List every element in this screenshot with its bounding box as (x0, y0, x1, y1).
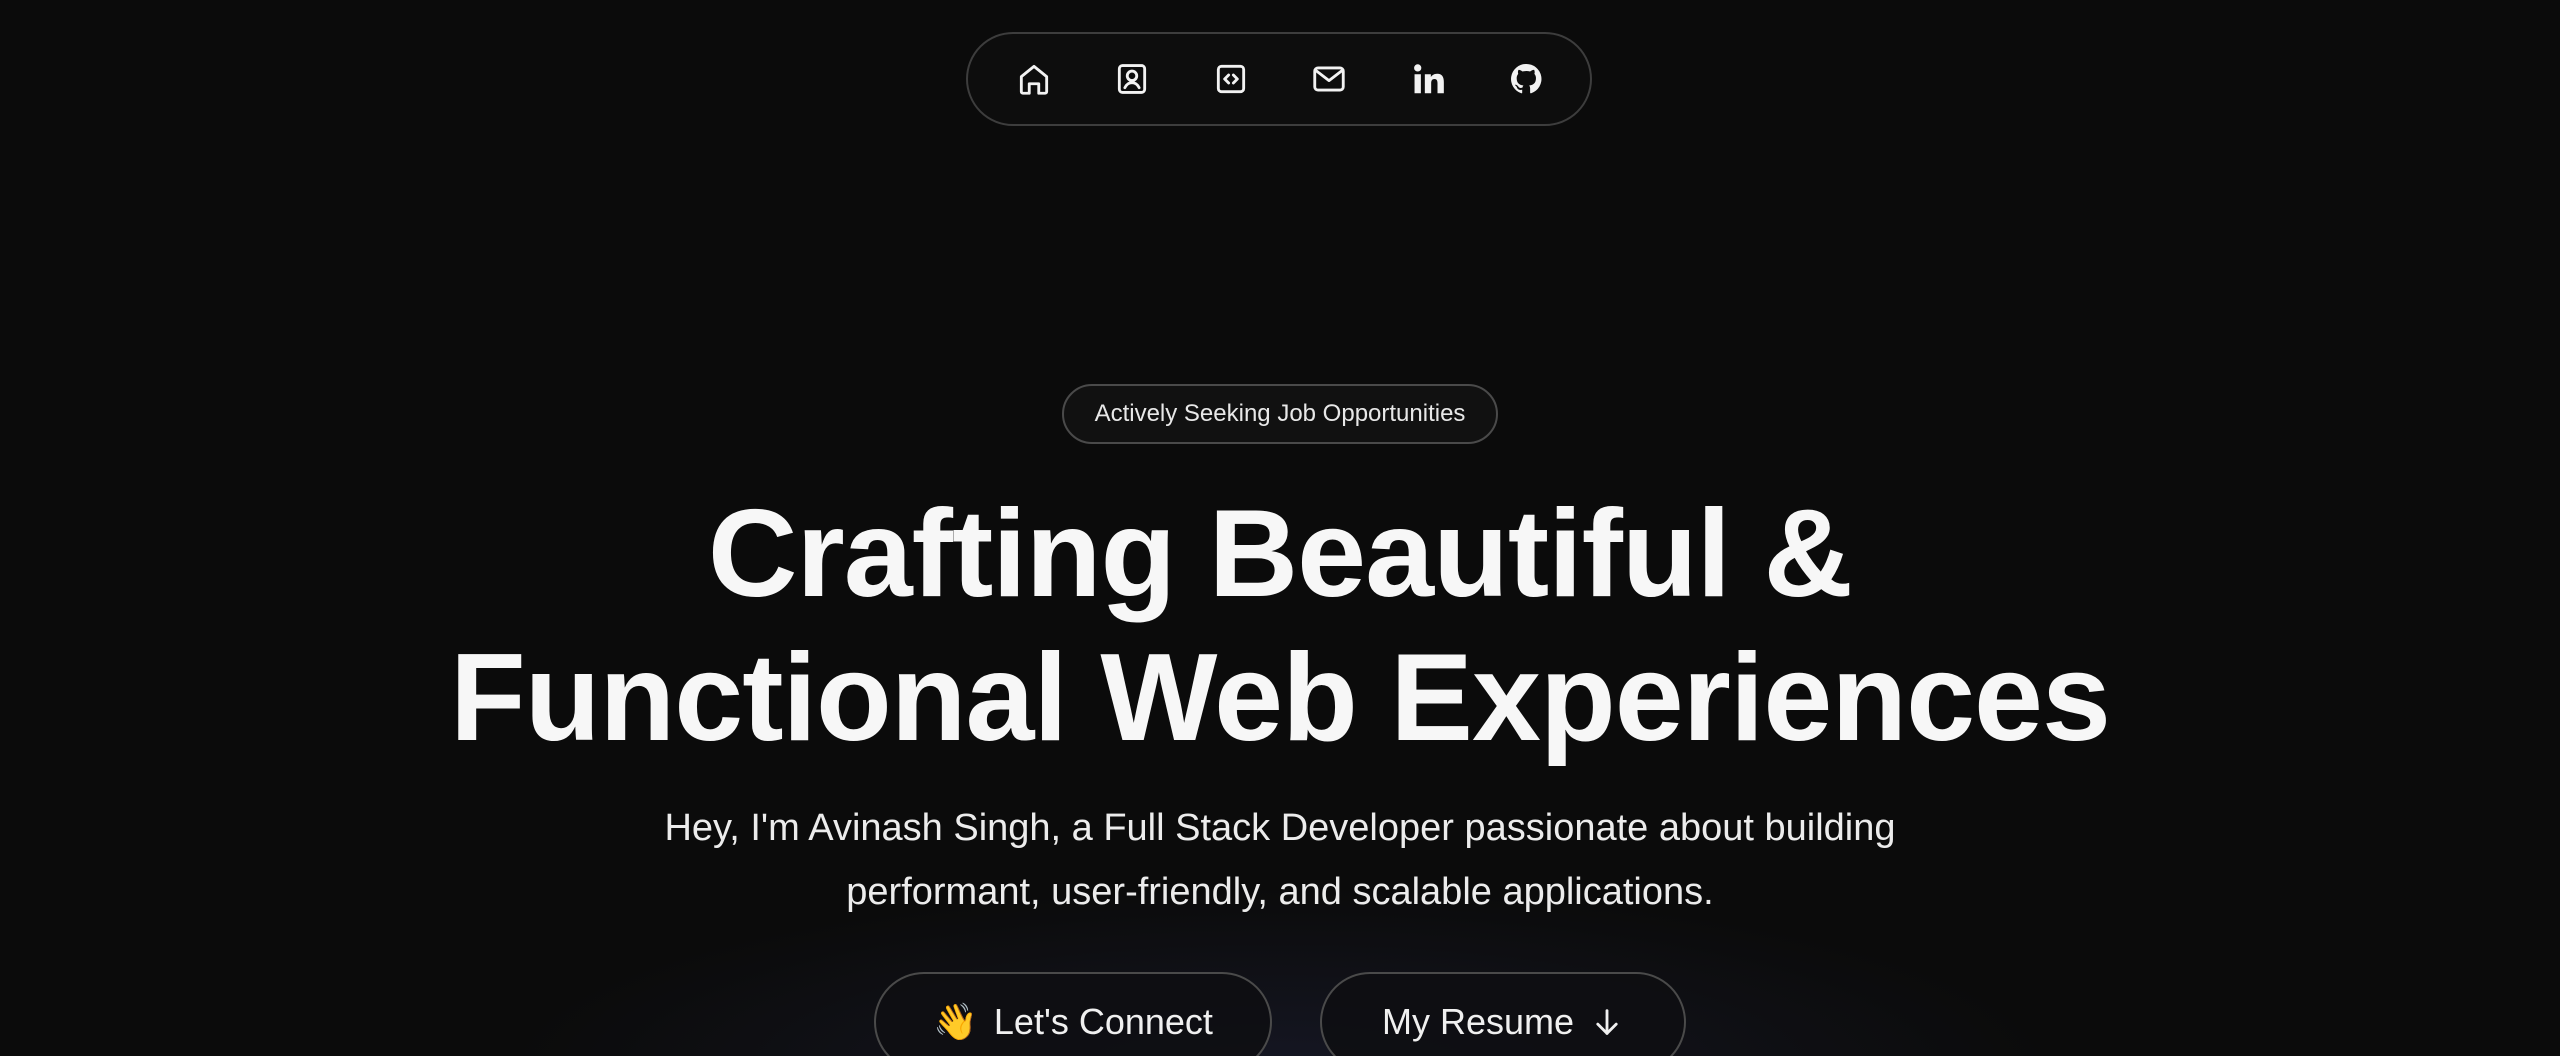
arrow-down-icon (1590, 1005, 1624, 1039)
headline-line-2: Functional Web Experiences (450, 629, 2111, 767)
subtitle-line-2: performant, user-friendly, and scalable … (846, 871, 1714, 913)
user-card-icon (1118, 64, 1147, 94)
hero-subtitle: Hey, I'm Avinash Singh, a Full Stack Dev… (560, 796, 2000, 924)
nav-linkedin[interactable] (1406, 57, 1450, 101)
my-resume-label: My Resume (1381, 1001, 1575, 1042)
lets-connect-label: Let's Connect (993, 1001, 1213, 1042)
home-icon (1019, 64, 1049, 95)
nav-about[interactable] (1110, 57, 1154, 101)
linkedin-icon (1413, 64, 1444, 94)
nav-github[interactable] (1504, 57, 1548, 101)
code-icon (1216, 64, 1245, 94)
job-status-badge: Actively Seeking Job Opportunities (1062, 384, 1498, 444)
nav-home[interactable] (1012, 57, 1056, 101)
subtitle-line-1: Hey, I'm Avinash Singh, a Full Stack Dev… (664, 807, 1896, 849)
my-resume-button[interactable]: My Resume (1320, 972, 1686, 1056)
nav-projects[interactable] (1209, 57, 1253, 101)
github-icon (1510, 63, 1542, 94)
nav-contact[interactable] (1307, 57, 1351, 101)
mail-icon (1313, 66, 1345, 92)
hero-headline: Crafting Beautiful & Functional Web Expe… (0, 482, 2560, 770)
waving-hand-icon: 👋 (933, 1002, 978, 1043)
headline-line-1: Crafting Beautiful & (707, 485, 1853, 623)
page: Actively Seeking Job Opportunities Craft… (0, 0, 2560, 1056)
lets-connect-button[interactable]: 👋 Let's Connect (874, 972, 1272, 1056)
top-nav (966, 32, 1592, 126)
